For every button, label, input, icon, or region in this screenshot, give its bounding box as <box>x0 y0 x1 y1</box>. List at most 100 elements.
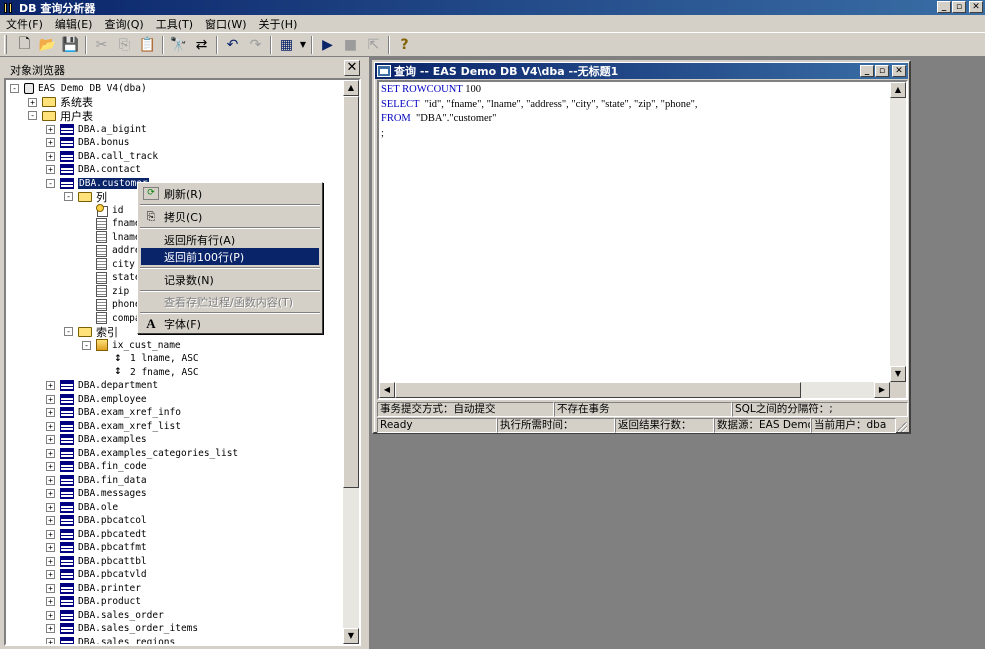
tree-item[interactable]: + DBA.pbcattbl <box>46 555 147 569</box>
object-browser-close-button[interactable]: ✕ <box>344 60 360 76</box>
maximize-button[interactable]: ▫ <box>952 1 966 13</box>
tree-item[interactable]: + DBA.sales_order <box>46 609 164 623</box>
export-button[interactable]: ⇱ <box>362 34 385 56</box>
tree-item[interactable]: ↕ 2 fname, ASC <box>100 366 199 380</box>
tree-item[interactable]: + DBA.examples <box>46 433 147 447</box>
toolbar-grip[interactable] <box>4 35 7 54</box>
expand-icon[interactable]: + <box>46 394 55 404</box>
expand-icon[interactable]: + <box>46 124 55 134</box>
expand-icon[interactable]: + <box>46 138 55 148</box>
tree-item[interactable]: ↕ 1 lname, ASC <box>100 352 199 366</box>
expand-icon[interactable]: + <box>46 489 55 499</box>
expand-icon[interactable]: + <box>46 570 55 580</box>
tree-item[interactable]: + DBA.pbcatcol <box>46 514 147 528</box>
replace-button[interactable]: ⇄ <box>190 34 213 56</box>
tree-item[interactable]: + DBA.pbcatfmt <box>46 541 147 555</box>
tree-item[interactable]: - ix_cust_name <box>82 339 181 353</box>
query-close-button[interactable]: ✕ <box>892 65 906 77</box>
close-button[interactable]: ✕ <box>969 1 983 13</box>
tree-item[interactable]: zip <box>82 285 129 299</box>
tree-item[interactable]: + DBA.fin_data <box>46 474 147 488</box>
ctx-return-top-100[interactable]: 返回前100行(P) <box>141 248 319 265</box>
tree-item[interactable]: phone <box>82 298 141 312</box>
ctx-record-count[interactable]: 记录数(N) <box>141 271 319 288</box>
tree-item[interactable]: - 用户表 <box>28 109 93 123</box>
tree-item[interactable]: + DBA.product <box>46 595 141 609</box>
ctx-view-source[interactable]: 查看存贮过程/函数内容(T) <box>141 293 319 310</box>
tree-item[interactable]: lname <box>82 231 141 245</box>
expand-icon[interactable]: + <box>46 475 55 485</box>
scroll-right-arrow[interactable]: ▶ <box>874 382 890 398</box>
tree-item[interactable]: + DBA.examples_categories_list <box>46 447 238 461</box>
expand-icon[interactable]: + <box>46 529 55 539</box>
tree-item[interactable]: + DBA.call_track <box>46 150 158 164</box>
expand-icon[interactable]: + <box>46 408 55 418</box>
tree-item[interactable]: + DBA.exam_xref_list <box>46 420 181 434</box>
expand-icon[interactable]: + <box>46 610 55 620</box>
expand-icon[interactable]: + <box>46 556 55 566</box>
tree-item[interactable]: state <box>82 271 141 285</box>
undo-button[interactable]: ↶ <box>221 34 244 56</box>
tree-item[interactable]: - 索引 <box>64 325 118 339</box>
tree-item[interactable]: + DBA.sales_order_items <box>46 622 198 636</box>
ctx-font[interactable]: A 字体(F) <box>141 315 319 332</box>
collapse-icon[interactable]: - <box>82 340 91 350</box>
tree-item[interactable]: + DBA.messages <box>46 487 147 501</box>
expand-icon[interactable]: + <box>46 462 55 472</box>
tree-item[interactable]: city <box>82 258 135 272</box>
tree-item[interactable]: + DBA.pbcatvld <box>46 568 147 582</box>
tree-item[interactable]: + DBA.sales_regions <box>46 636 175 644</box>
collapse-icon[interactable]: - <box>10 84 19 94</box>
tree-item[interactable]: + DBA.pbcatedt <box>46 528 147 542</box>
tree-item[interactable]: + DBA.exam_xref_info <box>46 406 181 420</box>
sql-editor-text[interactable]: SET ROWCOUNT 100 SELECT "id", "fname", "… <box>381 84 889 379</box>
editor-vertical-scrollbar[interactable]: ▲ ▼ <box>890 82 906 382</box>
collapse-icon[interactable]: - <box>28 111 37 121</box>
expand-icon[interactable]: + <box>28 97 37 107</box>
tree-item[interactable]: + DBA.ole <box>46 501 118 515</box>
query-minimize-button[interactable]: _ <box>860 65 874 77</box>
open-button[interactable]: 📂 <box>36 34 59 56</box>
ctx-return-all-rows[interactable]: 返回所有行(A) <box>141 231 319 248</box>
expand-icon[interactable]: + <box>46 543 55 553</box>
sql-editor[interactable]: SET ROWCOUNT 100 SELECT "id", "fname", "… <box>377 80 908 400</box>
run-button[interactable]: ▶ <box>316 34 339 56</box>
tree-item[interactable]: + DBA.department <box>46 379 158 393</box>
tree-vertical-scrollbar[interactable]: ▲ ▼ <box>343 80 359 644</box>
expand-icon[interactable]: + <box>46 583 55 593</box>
menu-tools[interactable]: 工具(T) <box>150 16 199 32</box>
expand-icon[interactable]: + <box>46 448 55 458</box>
tree-item[interactable]: + DBA.printer <box>46 582 141 596</box>
ctx-refresh[interactable]: ⟳ 刷新(R) <box>141 185 319 202</box>
tree-item[interactable]: fname <box>82 217 141 231</box>
ctx-copy[interactable]: ⎘ 拷贝(C) <box>141 208 319 225</box>
paste-button[interactable]: 📋 <box>136 34 159 56</box>
help-button[interactable]: ? <box>393 34 416 56</box>
expand-icon[interactable]: + <box>46 516 55 526</box>
expand-icon[interactable]: + <box>46 421 55 431</box>
find-button[interactable]: 🔭 <box>167 34 190 56</box>
expand-icon[interactable]: + <box>46 624 55 634</box>
collapse-icon[interactable]: - <box>64 327 73 337</box>
menu-window[interactable]: 窗口(W) <box>199 16 252 32</box>
expand-icon[interactable]: + <box>46 381 55 391</box>
chevron-down-icon[interactable]: ▼ <box>298 40 308 49</box>
tree-item[interactable]: + DBA.bonus <box>46 136 129 150</box>
scroll-down-arrow[interactable]: ▼ <box>890 366 906 382</box>
resize-grip[interactable] <box>896 418 908 433</box>
save-button[interactable]: 💾 <box>59 34 82 56</box>
minimize-button[interactable]: _ <box>937 1 951 13</box>
scroll-up-arrow[interactable]: ▲ <box>343 80 359 96</box>
menu-query[interactable]: 查询(Q) <box>98 16 149 32</box>
new-button[interactable]: 🗋 <box>13 34 36 56</box>
grid-button[interactable]: ▦ <box>275 34 298 56</box>
tree-item[interactable]: + DBA.employee <box>46 393 147 407</box>
scroll-thumb[interactable] <box>343 96 359 488</box>
expand-icon[interactable]: + <box>46 597 55 607</box>
expand-icon[interactable]: + <box>46 151 55 161</box>
scroll-up-arrow[interactable]: ▲ <box>890 82 906 98</box>
tree-item[interactable]: -列 <box>64 190 107 204</box>
menu-file[interactable]: 文件(F) <box>0 16 49 32</box>
scroll-down-arrow[interactable]: ▼ <box>343 628 359 644</box>
expand-icon[interactable]: + <box>46 165 55 175</box>
